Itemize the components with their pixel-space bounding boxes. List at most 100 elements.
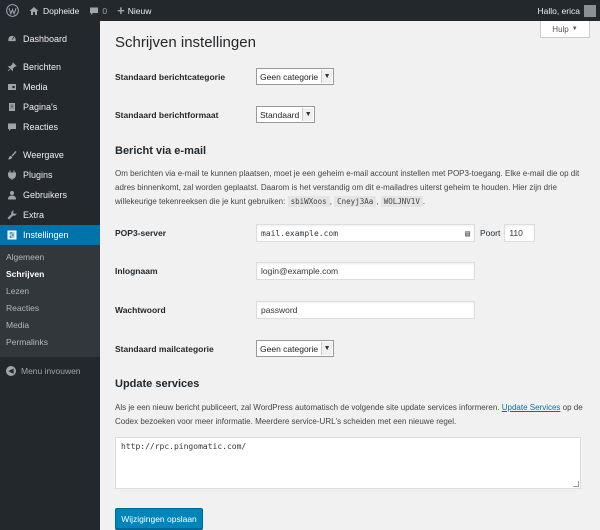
- pin-icon: [6, 62, 17, 73]
- comments-link[interactable]: 0: [84, 0, 112, 21]
- input-value: mail.example.com: [261, 228, 339, 238]
- field-label: Standaard berichtformaat: [115, 109, 219, 120]
- main-content: Hulp ▼ Schrijven instellingen Standaard …: [100, 21, 600, 530]
- input-value: 110: [509, 228, 523, 238]
- plus-icon: +: [117, 3, 125, 18]
- menu-gebruikers[interactable]: Gebruikers: [0, 185, 100, 205]
- site-name: Dopheide: [43, 5, 80, 16]
- menu-instellingen[interactable]: Instellingen: [0, 225, 100, 245]
- home-icon: [29, 6, 39, 15]
- users-icon: [6, 190, 17, 201]
- menu-plugins[interactable]: Plugins: [0, 165, 100, 185]
- select-value: Geen categorie: [260, 71, 319, 82]
- port-label: Poort: [480, 228, 501, 238]
- wordpress-logo-icon[interactable]: [0, 0, 24, 21]
- submenu-permalinks[interactable]: Permalinks: [0, 334, 100, 351]
- field-label: Inlognaam: [115, 266, 158, 276]
- menu-label: Pagina's: [23, 102, 58, 112]
- page-title: Schrijven instellingen: [115, 34, 256, 51]
- field-label: Standaard berichtcategorie: [115, 71, 226, 82]
- mail-category-row: Standaard mailcategorie Geen categorie ▼: [115, 340, 335, 357]
- settings-submenu: Algemeen Schrijven Lezen Reacties Media …: [0, 245, 100, 357]
- greeting: Hallo, erica: [537, 5, 580, 16]
- default-category-select[interactable]: Geen categorie ▼: [256, 68, 335, 85]
- post-via-email-description: Om berichten via e-mail te kunnen plaats…: [115, 169, 580, 207]
- menu-paginas[interactable]: Pagina's: [0, 97, 100, 117]
- random-code: Cneyj3Aa: [334, 196, 377, 207]
- submenu-algemeen[interactable]: Algemeen: [0, 249, 100, 266]
- field-label: Standaard mailcategorie: [115, 343, 214, 354]
- select-value: Standaard: [260, 109, 300, 120]
- pop3-row: POP3-server mail.example.com ▤ Poort 110: [115, 224, 536, 242]
- chevron-down-icon: ▼: [302, 108, 314, 121]
- input-value: password: [261, 305, 298, 315]
- help-label: Hulp: [552, 24, 569, 34]
- default-format-row: Standaard berichtformaat Standaard ▼: [115, 106, 316, 123]
- submenu-lezen[interactable]: Lezen: [0, 283, 100, 300]
- chevron-down-icon: ▼: [321, 342, 333, 355]
- field-label: Wachtwoord: [115, 305, 166, 315]
- mail-category-select[interactable]: Geen categorie ▼: [256, 340, 335, 357]
- media-icon: [6, 82, 17, 93]
- settings-icon: [6, 230, 17, 241]
- menu-weergave[interactable]: Weergave: [0, 145, 100, 165]
- submenu-schrijven[interactable]: Schrijven: [0, 266, 100, 283]
- resize-handle[interactable]: [573, 481, 579, 487]
- autofill-icon: ▤: [465, 228, 470, 238]
- update-services-description: Als je een nieuw bericht publiceert, zal…: [115, 401, 595, 429]
- brush-icon: [6, 150, 17, 161]
- site-name-link[interactable]: Dopheide: [24, 0, 84, 21]
- login-row: Inlognaam login@example.com: [115, 262, 475, 280]
- collapse-label: Menu invouwen: [21, 366, 81, 376]
- random-code: sbiWXoos: [287, 196, 330, 207]
- textarea-value: http://rpc.pingomatic.com/: [121, 442, 247, 451]
- menu-reacties[interactable]: Reacties: [0, 117, 100, 137]
- field-label: POP3-server: [115, 228, 167, 238]
- chevron-down-icon: ▼: [321, 70, 333, 83]
- menu-extra[interactable]: Extra: [0, 205, 100, 225]
- random-code: WOLJNV1V: [380, 196, 423, 207]
- save-changes-button[interactable]: Wijzigingen opslaan: [115, 508, 203, 529]
- menu-berichten[interactable]: Berichten: [0, 57, 100, 77]
- new-label: Nieuw: [127, 5, 152, 16]
- comment-icon: [90, 7, 99, 15]
- page-icon: [6, 102, 17, 113]
- account-menu[interactable]: Hallo, erica: [532, 0, 600, 21]
- update-services-link[interactable]: Update Services: [502, 403, 561, 412]
- password-input[interactable]: password: [256, 301, 475, 319]
- password-row: Wachtwoord password: [115, 301, 475, 319]
- select-value: Geen categorie: [260, 343, 319, 354]
- menu-label: Media: [23, 82, 48, 92]
- new-content-link[interactable]: + Nieuw: [112, 0, 156, 21]
- wrench-icon: [6, 210, 17, 221]
- post-via-email-title: Bericht via e-mail: [115, 145, 207, 157]
- admin-sidebar: Dashboard Berichten Media Pagina's React…: [0, 21, 100, 530]
- submenu-media[interactable]: Media: [0, 317, 100, 334]
- port-input[interactable]: 110: [504, 224, 536, 242]
- menu-label: Instellingen: [23, 230, 69, 240]
- menu-label: Gebruikers: [23, 190, 68, 200]
- menu-label: Plugins: [23, 170, 53, 180]
- ping-sites-textarea[interactable]: http://rpc.pingomatic.com/: [115, 437, 581, 489]
- help-tab-button[interactable]: Hulp ▼: [540, 21, 590, 38]
- pop3-server-input[interactable]: mail.example.com ▤: [256, 224, 475, 242]
- menu-label: Weergave: [23, 150, 64, 160]
- default-category-row: Standaard berichtcategorie Geen categori…: [115, 68, 335, 85]
- submenu-reacties[interactable]: Reacties: [0, 300, 100, 317]
- menu-label: Reacties: [23, 122, 59, 132]
- login-input[interactable]: login@example.com: [256, 262, 475, 280]
- update-services-title: Update services: [115, 378, 200, 390]
- menu-dashboard[interactable]: Dashboard: [0, 29, 100, 49]
- collapse-menu-button[interactable]: ◀ Menu invouwen: [0, 361, 100, 381]
- admin-bar: Dopheide 0 + Nieuw Hallo, erica: [0, 0, 600, 21]
- comments-count: 0: [102, 5, 108, 16]
- menu-label: Extra: [23, 210, 45, 220]
- menu-label: Berichten: [23, 62, 62, 72]
- dashboard-icon: [6, 34, 17, 45]
- menu-media[interactable]: Media: [0, 77, 100, 97]
- description-text: Als je een nieuw bericht publiceert, zal…: [115, 403, 500, 412]
- collapse-arrow-icon: ◀: [6, 366, 16, 376]
- comment-icon: [6, 122, 17, 133]
- chevron-down-icon: ▼: [571, 26, 578, 32]
- default-format-select[interactable]: Standaard ▼: [256, 106, 316, 123]
